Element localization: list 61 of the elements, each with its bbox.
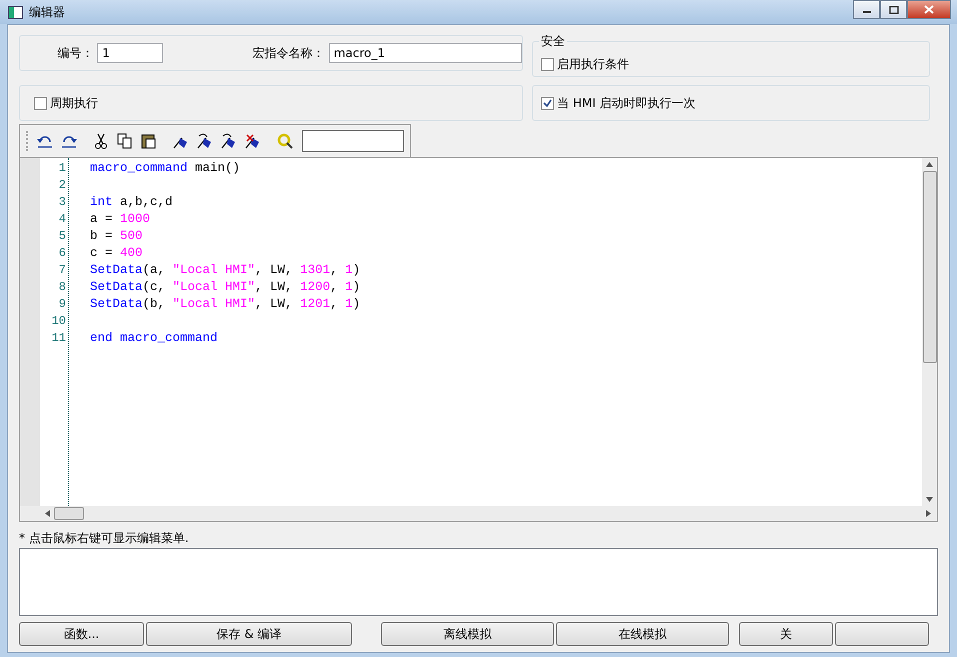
window-title: 编辑器 [29, 4, 65, 20]
code-line: SetData(a, "Local HMI", LW, 1301, 1) [90, 263, 360, 277]
checkbox-option[interactable]: 启用执行条件 [541, 56, 629, 72]
find-input[interactable] [302, 130, 404, 152]
line-number: 8 [58, 279, 67, 296]
dialog-button[interactable] [835, 622, 929, 646]
code-line: macro_command main() [90, 161, 240, 175]
code-line: a = 1000 [90, 212, 150, 226]
scroll-thumb[interactable] [922, 171, 936, 363]
copy-icon[interactable] [116, 132, 134, 150]
field-label: 编号： [56, 44, 94, 62]
checkbox-option[interactable]: 周期执行 [34, 94, 98, 112]
line-number: 2 [58, 177, 67, 194]
line-number: 1 [58, 160, 67, 177]
line-number: 4 [58, 211, 67, 228]
maximize-button[interactable] [880, 0, 907, 19]
dialog-button[interactable]: 函数... [19, 622, 144, 646]
code-line: int a,b,c,d [90, 195, 173, 209]
line-number: 10 [50, 313, 67, 330]
code-line: SetData(c, "Local HMI", LW, 1200, 1) [90, 280, 360, 294]
find-icon[interactable] [276, 132, 294, 150]
line-number: 6 [58, 245, 67, 262]
code-line: b = 500 [90, 229, 143, 243]
scroll-right-icon[interactable] [926, 510, 931, 517]
scroll-left-icon[interactable] [45, 510, 50, 517]
checkbox[interactable] [541, 96, 554, 110]
maximize-icon [888, 6, 898, 14]
close-button[interactable] [907, 0, 951, 19]
paste-icon[interactable] [140, 132, 158, 150]
scroll-down-icon[interactable] [926, 497, 933, 502]
line-number: 11 [50, 330, 67, 347]
name-input[interactable]: macro_1 [328, 43, 522, 63]
code-line: end macro_command [90, 331, 218, 345]
line-number: 9 [58, 296, 67, 313]
horizontal-scrollbar[interactable] [20, 506, 937, 521]
code-line: c = 400 [90, 246, 143, 260]
close-icon [924, 5, 934, 14]
app-icon [8, 6, 23, 18]
line-number: 3 [58, 194, 67, 211]
line-number: 5 [58, 228, 67, 245]
hint-text: * 点击鼠标右键可显示编辑菜单. [19, 530, 190, 547]
scroll-up-icon[interactable] [926, 162, 933, 167]
dialog-button[interactable]: 离线模拟 [381, 622, 554, 646]
minimize-button[interactable] [853, 0, 880, 19]
checkbox[interactable] [541, 58, 554, 70]
field-label: 宏指令名称： [252, 44, 325, 62]
line-number: 7 [58, 262, 67, 279]
group-legend: 安全 [539, 33, 567, 50]
checkbox[interactable] [34, 96, 47, 110]
scroll-thumb[interactable] [54, 507, 84, 520]
clear-bookmark-icon[interactable] [244, 132, 262, 150]
code-line: SetData(b, "Local HMI", LW, 1201, 1) [90, 297, 360, 311]
dialog-button[interactable]: 关 [739, 622, 833, 646]
number-input[interactable]: 1 [97, 43, 164, 63]
checkbox-option[interactable]: 当 HMI 启动时即执行一次 [541, 94, 696, 112]
vertical-scrollbar[interactable] [922, 158, 937, 506]
dialog-button[interactable]: 在线模拟 [556, 622, 729, 646]
dialog-button[interactable]: 保存 & 编译 [146, 622, 352, 646]
cut-icon[interactable] [92, 132, 110, 150]
next-bookmark-icon[interactable] [196, 132, 214, 150]
previous-bookmark-icon[interactable] [220, 132, 238, 150]
